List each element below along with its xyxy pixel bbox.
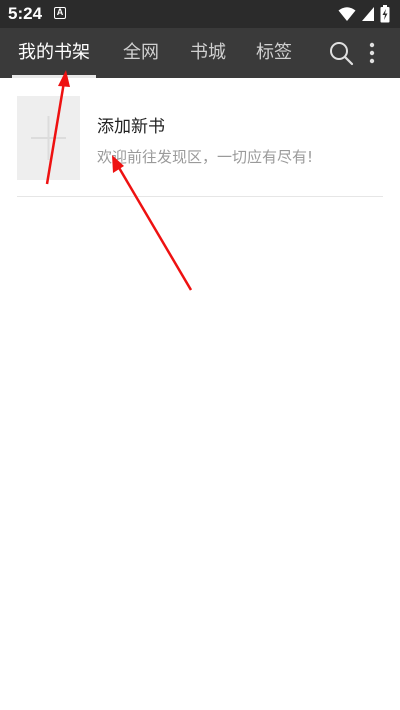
status-time: 5:24 bbox=[8, 4, 43, 23]
list-divider bbox=[17, 196, 383, 197]
more-vertical-icon[interactable] bbox=[366, 40, 378, 66]
tab-my-bookshelf[interactable]: 我的书架 bbox=[18, 28, 90, 78]
status-bar: 5:24 A bbox=[0, 0, 400, 28]
book-title: 添加新书 bbox=[97, 117, 165, 137]
book-description: 欢迎前往发现区，一切应有尽有! bbox=[97, 148, 314, 166]
tab-tags[interactable]: 标签 bbox=[256, 28, 292, 78]
plus-icon bbox=[31, 116, 66, 160]
battery-charging-icon bbox=[380, 5, 390, 23]
notification-badge-icon: A bbox=[54, 7, 66, 19]
tab-bookstore[interactable]: 书城 bbox=[190, 28, 226, 78]
wifi-icon bbox=[338, 7, 356, 21]
book-cover-placeholder[interactable] bbox=[17, 96, 80, 180]
search-icon[interactable] bbox=[328, 40, 354, 66]
top-toolbar: 我的书架 全网 书城 标签 bbox=[0, 28, 400, 78]
status-icons bbox=[338, 5, 390, 23]
add-book-item[interactable]: 添加新书 欢迎前往发现区，一切应有尽有! bbox=[0, 78, 400, 198]
tab-all-web[interactable]: 全网 bbox=[123, 28, 159, 78]
signal-icon bbox=[362, 7, 374, 21]
